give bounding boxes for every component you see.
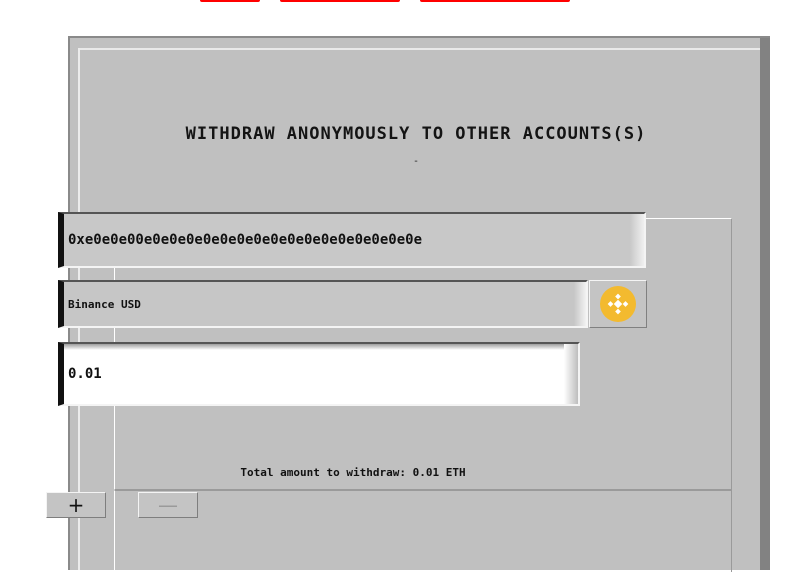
amount-value: 0.01	[68, 366, 102, 382]
red-banner-edge	[180, 0, 580, 3]
dialog-title: WITHDRAW ANONYMOUSLY TO OTHER ACCOUNTS(S…	[185, 124, 647, 144]
amount-input[interactable]: 0.01	[58, 342, 580, 406]
token-field-shade	[574, 282, 586, 326]
amount-field-shade-top	[64, 344, 578, 350]
recipient-address-input[interactable]: 0xe0e0e00e0e0e0e0e0e0e0e0e0e0e0e0e0e0e0e…	[58, 212, 646, 268]
token-select-value: Binance USD	[68, 297, 141, 311]
window-bevel-top	[80, 48, 760, 50]
token-select[interactable]: Binance USD	[58, 280, 588, 328]
amount-field-shade	[564, 344, 578, 404]
address-field-shade	[630, 214, 644, 266]
dialog-subtitle: -	[412, 156, 420, 167]
total-amount-label: Total amount to withdraw: 0.01 ETH	[240, 466, 466, 479]
bnb-icon	[600, 286, 636, 322]
remove-recipient-button[interactable]: —	[138, 492, 198, 518]
add-recipient-button[interactable]: +	[46, 492, 106, 518]
summary-panel	[114, 490, 732, 572]
window-scroll-edge	[760, 38, 770, 570]
token-picker-button[interactable]	[589, 280, 647, 328]
recipient-address-value: 0xe0e0e00e0e0e0e0e0e0e0e0e0e0e0e0e0e0e0e…	[64, 214, 644, 266]
